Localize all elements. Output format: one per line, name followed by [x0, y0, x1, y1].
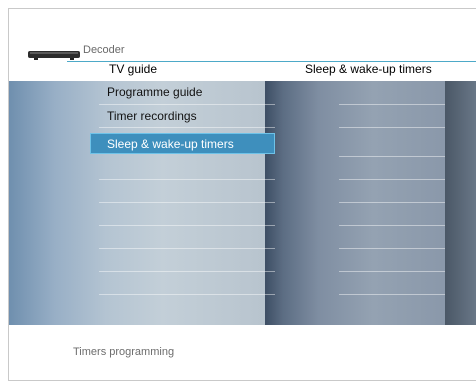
row-divider	[339, 202, 445, 203]
status-text: Timers programming	[73, 346, 175, 358]
row-divider	[339, 248, 445, 249]
row-divider	[339, 179, 445, 180]
row-divider	[339, 127, 445, 128]
row-divider	[99, 294, 275, 295]
submenu-column	[265, 81, 445, 325]
tv-menu-screen: Decoder TV guide Sleep & wake-up timers …	[8, 8, 476, 381]
row-divider	[339, 104, 445, 105]
menu-item-sleep-wake-timers[interactable]: Sleep & wake-up timers	[90, 133, 275, 154]
edge-column	[445, 81, 476, 325]
row-divider	[339, 294, 445, 295]
row-divider	[99, 225, 275, 226]
row-divider	[339, 225, 445, 226]
row-divider	[339, 271, 445, 272]
row-divider	[339, 156, 445, 157]
row-divider	[99, 104, 275, 105]
menu-panel: Programme guide Timer recordings Sleep &…	[9, 81, 476, 325]
row-divider	[99, 202, 275, 203]
row-divider	[99, 179, 275, 180]
set-top-box-icon	[28, 51, 80, 60]
column-title-timers: Sleep & wake-up timers	[305, 62, 432, 76]
row-divider	[99, 248, 275, 249]
row-divider	[99, 271, 275, 272]
menu-item-timer-recordings[interactable]: Timer recordings	[107, 109, 197, 123]
source-label: Decoder	[83, 44, 125, 56]
column-title-tv-guide: TV guide	[109, 62, 158, 76]
menu-item-programme-guide[interactable]: Programme guide	[107, 85, 202, 99]
row-divider	[99, 127, 275, 128]
